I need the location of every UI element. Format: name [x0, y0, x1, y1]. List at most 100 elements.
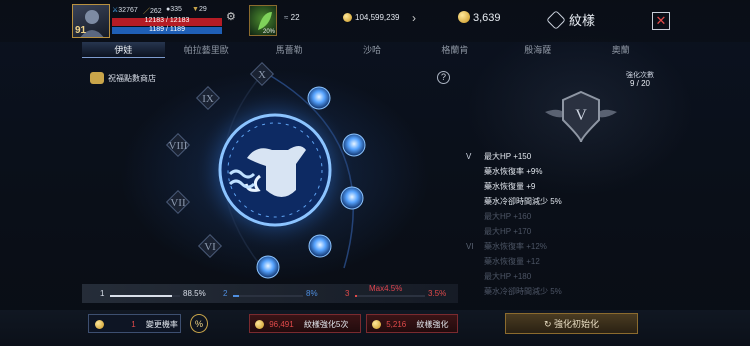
- gem-resource: 3,639: [458, 11, 501, 24]
- node-2[interactable]: [342, 133, 366, 157]
- enhance-x5-label: 紋樣強化5次: [303, 320, 349, 329]
- segment-1-track: [110, 295, 180, 297]
- marker-vi-label: VI: [204, 241, 216, 253]
- ticket-icon: [95, 320, 104, 330]
- stat-text: 藥水冷卻時間減少 5%: [484, 197, 562, 206]
- coin-icon: [372, 320, 381, 330]
- dagger-icon: ／: [143, 8, 150, 15]
- trophy-icon: ▼: [192, 6, 199, 13]
- stat-4: ▼29: [192, 6, 207, 13]
- probability-info-button[interactable]: %: [190, 314, 208, 333]
- attack-value: 32767: [118, 7, 138, 14]
- enhance-button[interactable]: 5,216 紋樣強化: [366, 314, 458, 333]
- reset-enhance-button[interactable]: ↻ 強化初始化: [505, 313, 638, 334]
- node-4[interactable]: [308, 234, 332, 258]
- zodiac-sign-board: X IX VIII VII VI: [165, 61, 366, 279]
- stat-row: 藥水恢復率 +9%: [466, 164, 626, 179]
- gear-icon[interactable]: ⚙: [226, 10, 236, 23]
- stat-text: 藥水恢復量 +9: [484, 182, 536, 191]
- stat-2-value: 262: [150, 8, 162, 15]
- gem-amount: 3,639: [473, 12, 501, 24]
- segment-2-index: 2: [223, 289, 228, 298]
- segment-1-fill: [110, 295, 172, 297]
- gem-coin-icon: [458, 11, 470, 23]
- marker-x-label: X: [258, 69, 266, 81]
- svg-text:V: V: [575, 107, 587, 124]
- segment-3-fill: [355, 295, 358, 297]
- stat-text: 藥水冷卻時間減少 5%: [484, 287, 562, 296]
- segment-2-track: [233, 295, 303, 297]
- tab-gran-kain[interactable]: 格蘭肯: [413, 42, 496, 58]
- sigil-icon: [546, 10, 566, 30]
- reset-icon: ↻: [543, 319, 552, 329]
- enhance-cost: 5,216: [386, 320, 407, 329]
- stat-row: 最大HP +180: [466, 269, 626, 284]
- tab-saha[interactable]: 沙哈: [331, 42, 414, 58]
- potion-auto-pct: 20%: [262, 29, 275, 35]
- coin-icon: [255, 320, 264, 330]
- marker-vii-label: VII: [170, 197, 186, 209]
- stat-row: 藥水冷卻時間減少 5%: [466, 194, 626, 209]
- stat-row: VI 藥水恢復率 +12%: [466, 239, 626, 254]
- hp-bar: 12183 / 12183: [112, 17, 222, 26]
- tab-paratellio[interactable]: 帕拉藝里歐: [165, 42, 248, 58]
- segment-3-track: [355, 295, 425, 297]
- stat-2: ／262: [143, 6, 162, 16]
- stat-3: ●335: [166, 6, 182, 13]
- gold-amount: 104,599,239: [355, 13, 400, 22]
- stat-text: 藥水恢復率 +9%: [484, 167, 543, 176]
- tab-einhasad[interactable]: 殷海薩: [496, 42, 579, 58]
- enhance-x5-button[interactable]: 96,491 紋樣強化5次: [249, 314, 361, 333]
- potion-slot[interactable]: 20%: [249, 5, 277, 36]
- segment-3-pct: 3.5%: [428, 289, 447, 298]
- rank-emblem-icon: V: [545, 90, 617, 143]
- stat-text: 藥水恢復率 +12%: [484, 242, 547, 251]
- window-title: 紋樣: [546, 10, 595, 30]
- segment-3-index: 3: [345, 289, 350, 298]
- reset-enhance-label: 強化初始化: [554, 319, 600, 329]
- change-probability-button[interactable]: 1 變更機率: [88, 314, 181, 333]
- segment-2-pct: 8%: [306, 289, 318, 298]
- chevron-right-icon[interactable]: ›: [412, 11, 416, 25]
- hp-value: 12183 / 12183: [144, 17, 190, 24]
- stat-rank: V: [466, 152, 472, 161]
- segment-2-fill: [233, 295, 239, 297]
- segment-1-pct: 88.5%: [183, 289, 206, 298]
- change-count: 1: [131, 320, 136, 329]
- player-portrait[interactable]: 91: [72, 4, 110, 38]
- stat-text: 藥水恢復量 +12: [484, 257, 540, 266]
- stat-row: V 最大HP +150: [466, 149, 626, 164]
- stat-rank: VI: [466, 242, 474, 251]
- mp-bar: 1189 / 1189: [112, 26, 222, 34]
- wing-count: 22: [290, 13, 300, 22]
- tab-eva[interactable]: 伊娃: [82, 42, 165, 58]
- marker-viii-label: VIII: [169, 140, 188, 152]
- stat-row: 藥水冷卻時間減少 5%: [466, 284, 626, 299]
- attack-stat: ⚔32767: [112, 6, 138, 14]
- stat-3-value: 335: [170, 6, 182, 13]
- wing-icon: ≈: [284, 13, 289, 22]
- mp-value: 1189 / 1189: [149, 26, 185, 33]
- change-label: 變更機率: [145, 320, 178, 329]
- top-bar: 91 ⚔32767 ／262 ●335 ▼29 12183 / 12183 11…: [0, 0, 750, 42]
- stat-row: 藥水恢復量 +9: [466, 179, 626, 194]
- stat-row: 最大HP +170: [466, 224, 626, 239]
- stat-list: V 最大HP +150 藥水恢復率 +9% 藥水恢復量 +9 藥水冷卻時間減少 5…: [466, 149, 626, 299]
- stat-text: 最大HP +170: [484, 227, 532, 236]
- stat-text: 最大HP +180: [484, 272, 532, 281]
- node-1[interactable]: [307, 86, 331, 110]
- tab-aurn[interactable]: 奧蘭: [579, 42, 662, 58]
- marker-ix-label: IX: [202, 93, 214, 105]
- enhance-count-value: 9 / 20: [629, 79, 650, 88]
- node-5[interactable]: [256, 255, 280, 279]
- node-3[interactable]: [340, 186, 364, 210]
- tab-bar: 伊娃 帕拉藝里歐 馬薔勒 沙哈 格蘭肯 殷海薩 奧蘭: [82, 42, 662, 58]
- enhance-label: 紋樣強化: [416, 320, 449, 329]
- stat-row: 最大HP +160: [466, 209, 626, 224]
- stat-text: 最大HP +160: [484, 212, 532, 221]
- max-probability-label: Max4.5%: [369, 284, 403, 293]
- coin-icon: [343, 13, 352, 22]
- gold-resource: 104,599,239: [343, 13, 400, 22]
- close-button[interactable]: ✕: [652, 12, 670, 30]
- tab-marphenus[interactable]: 馬薔勒: [248, 42, 331, 58]
